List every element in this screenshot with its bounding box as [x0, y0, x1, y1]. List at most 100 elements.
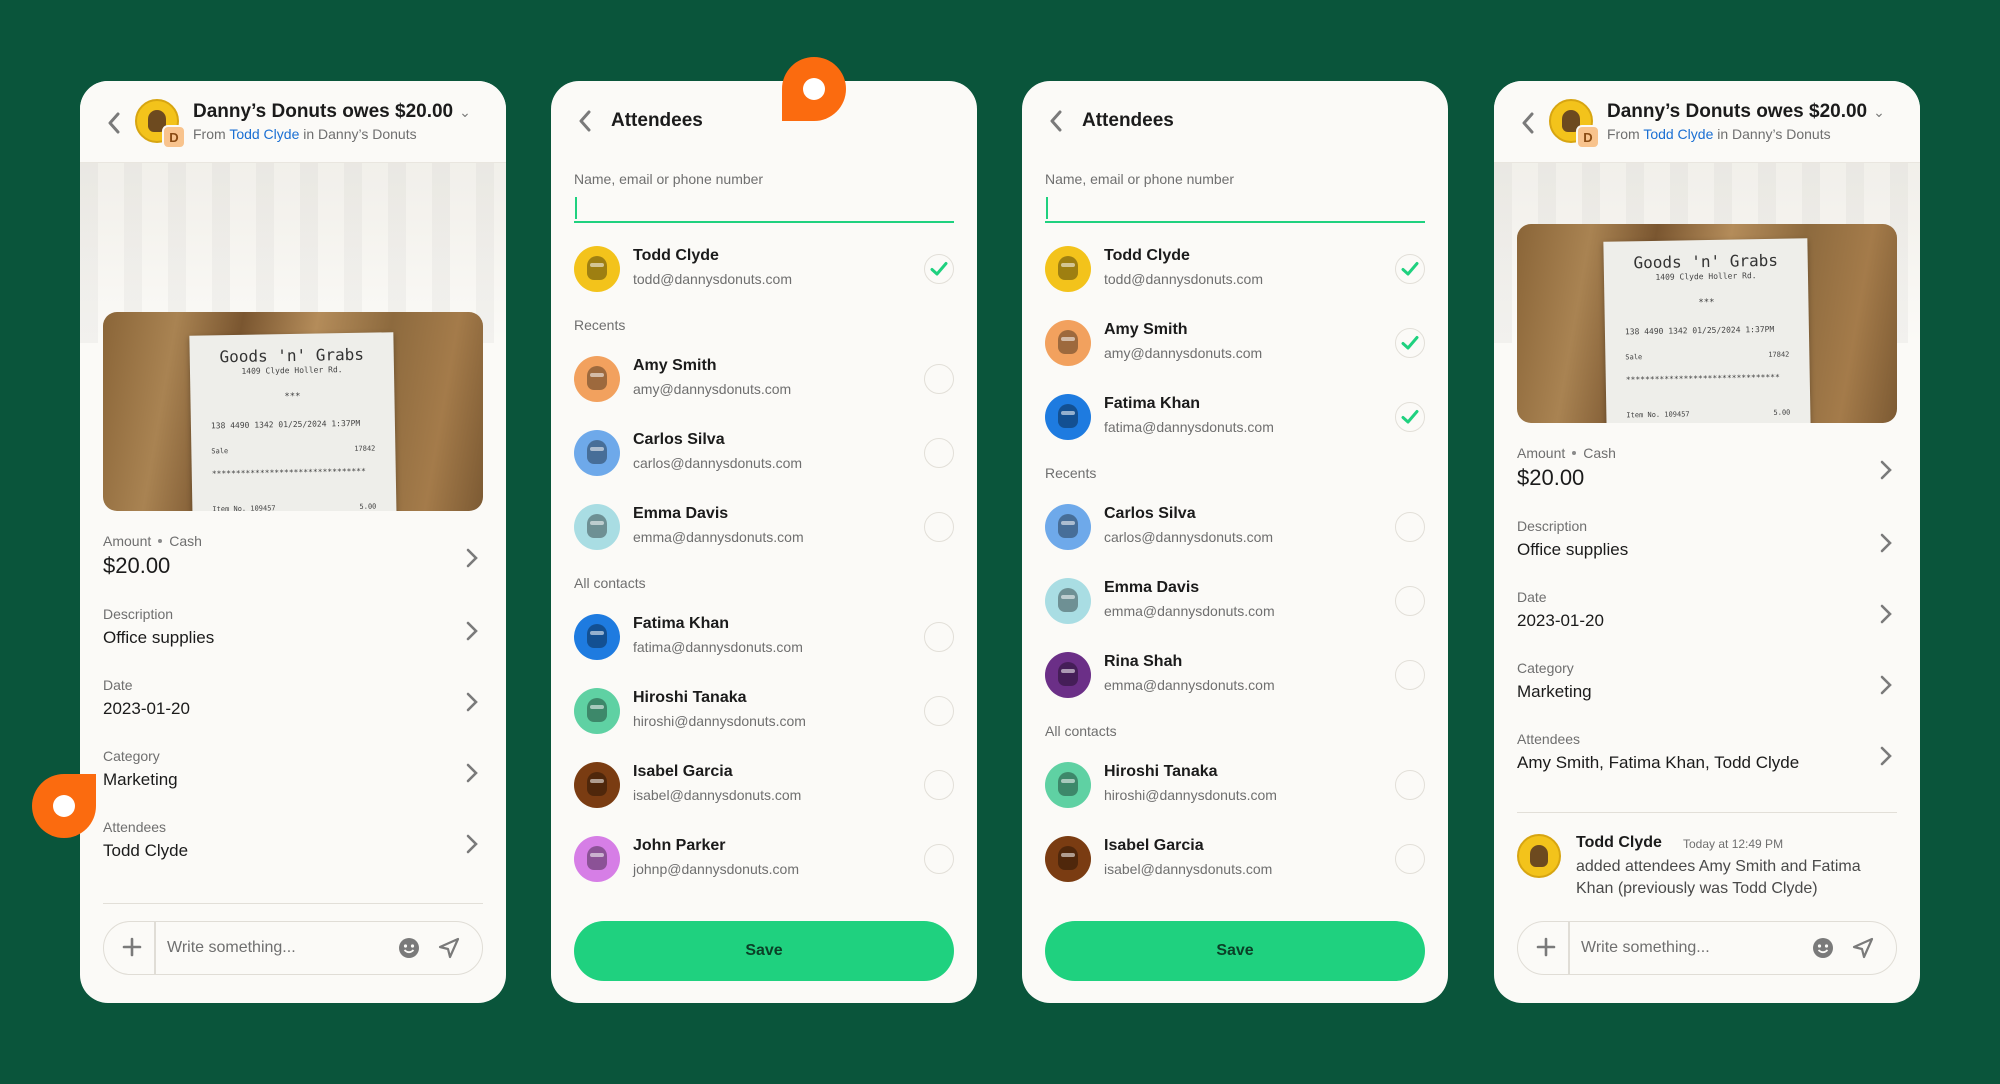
attendee-row[interactable]: Todd Clyde todd@dannysdonuts.com	[1045, 241, 1425, 297]
attendee-row[interactable]: Hiroshi Tanaka hiroshi@dannysdonuts.com	[1045, 757, 1425, 813]
attendee-row[interactable]: Carlos Silva carlos@dannysdonuts.com	[574, 425, 954, 481]
date-field[interactable]: Date 2023-01-20	[103, 677, 483, 733]
attendees-field[interactable]: Attendees Todd Clyde	[103, 819, 483, 875]
unchecked-checkbox-icon[interactable]	[1395, 844, 1425, 874]
description-field[interactable]: Description Office supplies	[1517, 518, 1897, 574]
attendee-email: amy@dannysdonuts.com	[633, 381, 792, 397]
attendee-name: Isabel Garcia	[1104, 837, 1204, 854]
message-composer: Write something...	[103, 921, 483, 975]
attendee-email: emma@dannysdonuts.com	[633, 529, 804, 545]
avatar	[574, 762, 620, 808]
send-icon[interactable]	[438, 937, 460, 959]
receipt-photo[interactable]: Goods 'n' Grabs 1409 Clyde Holler Rd. **…	[103, 312, 483, 511]
back-arrow-icon[interactable]	[577, 109, 599, 133]
search-input[interactable]	[1051, 195, 1393, 221]
amount-field[interactable]: Amount Cash $20.00	[1517, 445, 1897, 501]
attendee-row[interactable]: Isabel Garcia isabel@dannysdonuts.com	[1045, 831, 1425, 887]
search-field[interactable]	[574, 193, 954, 223]
save-button[interactable]: Save	[1045, 921, 1425, 981]
section-label: Recents	[574, 317, 626, 333]
attendee-row[interactable]: Hiroshi Tanaka hiroshi@dannysdonuts.com	[574, 683, 954, 739]
receipt-photo[interactable]: Goods 'n' Grabs 1409 Clyde Holler Rd. **…	[1517, 224, 1897, 423]
checked-checkbox-icon[interactable]	[924, 254, 954, 284]
attendee-email: carlos@dannysdonuts.com	[1104, 529, 1274, 545]
unchecked-checkbox-icon[interactable]	[924, 696, 954, 726]
unchecked-checkbox-icon[interactable]	[924, 622, 954, 652]
category-field[interactable]: Category Marketing	[1517, 660, 1897, 716]
chevron-right-icon	[465, 833, 479, 860]
unchecked-checkbox-icon[interactable]	[924, 512, 954, 542]
message-input[interactable]: Write something...	[1581, 939, 1710, 957]
avatar	[574, 688, 620, 734]
checked-checkbox-icon[interactable]	[1395, 328, 1425, 358]
expense-panel-after: D Danny’s Donuts owes $20.00 ⌄ From Todd …	[1494, 81, 1920, 1003]
attendee-row[interactable]: Amy Smith amy@dannysdonuts.com	[574, 351, 954, 407]
attendee-name: Emma Davis	[633, 505, 729, 522]
chevron-right-icon	[1879, 532, 1893, 559]
attendee-name: Fatima Khan	[1104, 395, 1201, 412]
attendee-row[interactable]: Rina Shah emma@dannysdonuts.com	[1045, 647, 1425, 703]
category-field[interactable]: Category Marketing	[103, 748, 483, 804]
emoji-icon[interactable]	[398, 937, 420, 959]
attendee-name: Carlos Silva	[1104, 505, 1196, 522]
plus-icon[interactable]	[1534, 935, 1558, 959]
message-input[interactable]: Write something...	[167, 939, 296, 957]
unchecked-checkbox-icon[interactable]	[1395, 770, 1425, 800]
attendee-email: hiroshi@dannysdonuts.com	[633, 713, 806, 729]
unchecked-checkbox-icon[interactable]	[924, 438, 954, 468]
expense-title[interactable]: Danny’s Donuts owes $20.00 ⌄	[1607, 101, 1885, 123]
chevron-down-icon: ⌄	[1873, 104, 1885, 120]
search-input[interactable]	[580, 195, 922, 221]
attendee-row[interactable]: John Parker johnp@dannysdonuts.com	[574, 831, 954, 887]
send-icon[interactable]	[1852, 937, 1874, 959]
checked-checkbox-icon[interactable]	[1395, 402, 1425, 432]
attendee-email: amy@dannysdonuts.com	[1104, 345, 1263, 361]
attendee-row[interactable]: Amy Smith amy@dannysdonuts.com	[1045, 315, 1425, 371]
date-field[interactable]: Date 2023-01-20	[1517, 589, 1897, 645]
unchecked-checkbox-icon[interactable]	[1395, 586, 1425, 616]
unchecked-checkbox-icon[interactable]	[924, 770, 954, 800]
activity-text: added attendees Amy Smith and Fatima Kha…	[1576, 858, 1861, 897]
avatar	[1045, 762, 1091, 808]
attendee-name: Amy Smith	[1104, 321, 1188, 338]
attendee-name: Hiroshi Tanaka	[633, 689, 747, 706]
search-field[interactable]	[1045, 193, 1425, 223]
avatar	[1045, 578, 1091, 624]
emoji-icon[interactable]	[1812, 937, 1834, 959]
attendee-row[interactable]: Fatima Khan fatima@dannysdonuts.com	[1045, 389, 1425, 445]
from-user-link[interactable]: Todd Clyde	[1643, 126, 1713, 142]
checked-checkbox-icon[interactable]	[1395, 254, 1425, 284]
description-field[interactable]: Description Office supplies	[103, 606, 483, 662]
attendee-row[interactable]: Isabel Garcia isabel@dannysdonuts.com	[574, 757, 954, 813]
unchecked-checkbox-icon[interactable]	[1395, 512, 1425, 542]
activity-author: Todd Clyde	[1576, 834, 1662, 851]
attendee-row[interactable]: Emma Davis emma@dannysdonuts.com	[1045, 573, 1425, 629]
attendee-email: todd@dannysdonuts.com	[633, 271, 792, 287]
search-label: Name, email or phone number	[1045, 171, 1235, 187]
unchecked-checkbox-icon[interactable]	[924, 364, 954, 394]
unchecked-checkbox-icon[interactable]	[1395, 660, 1425, 690]
back-arrow-icon[interactable]	[1048, 109, 1070, 133]
attendee-email: isabel@dannysdonuts.com	[633, 787, 802, 803]
back-arrow-icon[interactable]	[1520, 111, 1542, 135]
attendee-row[interactable]: Emma Davis emma@dannysdonuts.com	[574, 499, 954, 555]
amount-field[interactable]: Amount Cash $20.00	[103, 533, 483, 589]
divider	[1517, 812, 1897, 813]
expense-title[interactable]: Danny’s Donuts owes $20.00 ⌄	[193, 101, 471, 123]
attendees-header: Attendees	[577, 109, 703, 133]
attendee-row[interactable]: Carlos Silva carlos@dannysdonuts.com	[1045, 499, 1425, 555]
plus-icon[interactable]	[120, 935, 144, 959]
section-label: All contacts	[574, 575, 646, 591]
attendees-field[interactable]: Attendees Amy Smith, Fatima Khan, Todd C…	[1517, 731, 1897, 787]
back-arrow-icon[interactable]	[106, 111, 128, 135]
org-badge: D	[162, 125, 186, 149]
attendee-name: Hiroshi Tanaka	[1104, 763, 1218, 780]
section-label: Recents	[1045, 465, 1097, 481]
save-button[interactable]: Save	[574, 921, 954, 981]
attendee-name: Todd Clyde	[1104, 247, 1190, 264]
from-user-link[interactable]: Todd Clyde	[229, 126, 299, 142]
attendee-row[interactable]: Todd Clyde todd@dannysdonuts.com	[574, 241, 954, 297]
avatar	[574, 246, 620, 292]
unchecked-checkbox-icon[interactable]	[924, 844, 954, 874]
attendee-row[interactable]: Fatima Khan fatima@dannysdonuts.com	[574, 609, 954, 665]
